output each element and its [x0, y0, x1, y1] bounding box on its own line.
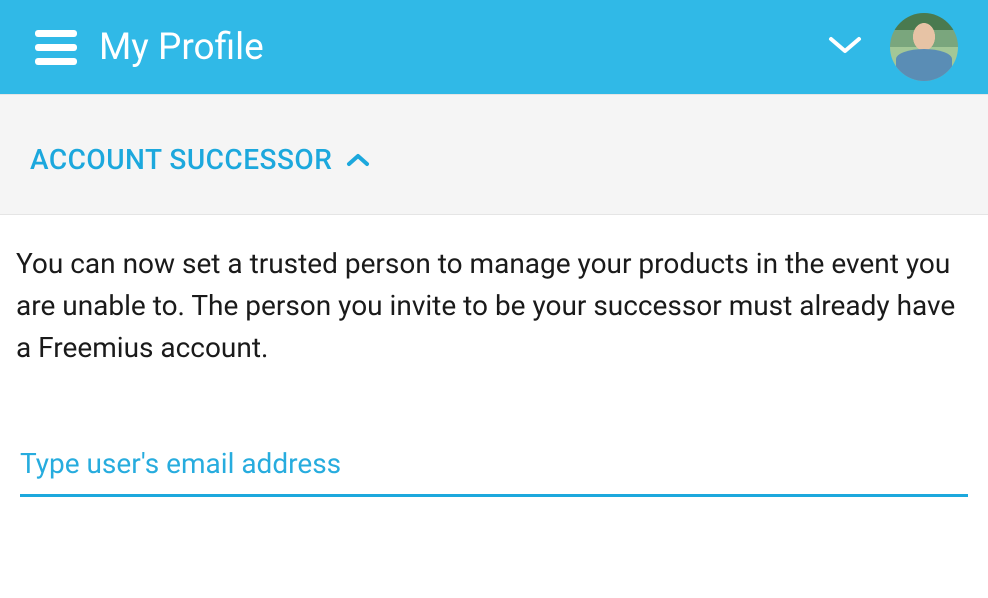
email-field[interactable] [20, 441, 968, 497]
chevron-down-icon[interactable] [828, 35, 862, 59]
chevron-up-icon [346, 152, 370, 168]
avatar[interactable] [890, 13, 958, 81]
hamburger-menu-icon[interactable] [35, 30, 77, 65]
section-toggle[interactable]: ACCOUNT SUCCESSOR [30, 143, 958, 176]
email-input-wrapper [16, 441, 972, 497]
header-right [828, 13, 958, 81]
section-header: ACCOUNT SUCCESSOR [0, 94, 988, 215]
section-title: ACCOUNT SUCCESSOR [30, 143, 332, 176]
section-description: You can now set a trusted person to mana… [16, 243, 972, 369]
header-left: My Profile [35, 26, 264, 69]
app-header: My Profile [0, 0, 988, 94]
page-title: My Profile [99, 26, 264, 69]
section-content: You can now set a trusted person to mana… [0, 215, 988, 513]
